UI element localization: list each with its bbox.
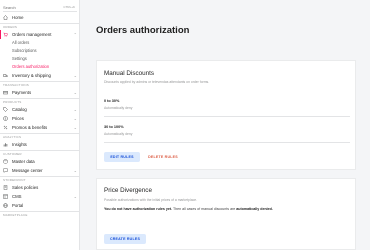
divider xyxy=(0,211,79,212)
percent-icon xyxy=(3,125,8,130)
chevron-down-icon: ⌄ xyxy=(73,194,77,199)
chevron-down-icon: ⌄ xyxy=(73,107,77,112)
sidebar-item-insights[interactable]: Insights xyxy=(0,140,79,149)
sidebar-item-prices[interactable]: $ Prices ⌄ xyxy=(0,114,79,123)
sidebar-subitem-subscriptions[interactable]: Subscriptions xyxy=(0,47,79,55)
policy-icon xyxy=(3,185,8,190)
sidebar-item-label: Payments xyxy=(12,90,32,95)
chevron-down-icon: ⌄ xyxy=(73,90,77,95)
sidebar-subitem-all-orders[interactable]: All orders xyxy=(0,39,79,47)
divider xyxy=(0,133,79,134)
no-rules-notice: You do not have authorization rules yet.… xyxy=(104,207,273,211)
sidebar-item-orders-management[interactable]: Orders management ⌃ xyxy=(0,30,79,39)
message-icon xyxy=(3,168,8,173)
globe-icon xyxy=(3,203,8,208)
sidebar-item-label: Catalog xyxy=(12,107,27,112)
rule-range: 30 to 100% xyxy=(104,125,124,129)
sidebar-item-label: Orders management xyxy=(12,32,52,37)
sidebar-item-label: Prices xyxy=(12,116,24,121)
sidebar-item-label: Message center xyxy=(12,168,43,173)
divider xyxy=(0,150,79,151)
chart-icon xyxy=(3,142,8,147)
dollar-icon: $ xyxy=(3,116,8,121)
chevron-down-icon: ⌄ xyxy=(73,125,77,130)
notice-text: Then all cases of manual discounts are xyxy=(172,207,237,211)
chevron-down-icon: ⌄ xyxy=(73,73,77,78)
divider xyxy=(104,142,350,143)
page-title: Orders authorization xyxy=(96,25,190,36)
database-icon xyxy=(3,159,8,164)
sidebar: CTRL+K Home ORDERS Orders management ⌃ A… xyxy=(0,0,80,250)
rule-action: Automatically deny xyxy=(104,132,133,136)
edit-rules-button[interactable]: EDIT RULES xyxy=(104,152,140,162)
sidebar-item-label: Master data xyxy=(12,159,35,164)
divider xyxy=(104,116,350,117)
tag-icon xyxy=(3,107,8,112)
rule-range: 0 to 30% xyxy=(104,99,120,103)
sidebar-item-message-center[interactable]: Message center ⌄ xyxy=(0,166,79,175)
divider xyxy=(0,81,79,82)
sidebar-subitem-orders-authorization[interactable]: Orders authorization xyxy=(0,63,79,71)
divider xyxy=(0,98,79,99)
chevron-down-icon: ⌄ xyxy=(73,116,77,121)
sidebar-item-label: Home xyxy=(12,15,24,20)
sidebar-item-label: Portal xyxy=(12,203,24,208)
sidebar-item-catalog[interactable]: Catalog ⌄ xyxy=(0,105,79,114)
section-label-marketplace: MARKETPLACE xyxy=(3,213,28,217)
sidebar-item-payments[interactable]: Payments ⌄ xyxy=(0,88,79,97)
sidebar-item-label: Promos & benefits xyxy=(12,125,48,130)
card-title: Price Divergence xyxy=(104,187,152,194)
search-shortcut-hint: CTRL+K xyxy=(63,5,75,9)
sidebar-item-sales-policies[interactable]: Sales policies xyxy=(0,183,79,192)
chevron-up-icon: ⌃ xyxy=(73,32,77,37)
sidebar-item-master-data[interactable]: Master data xyxy=(0,157,79,166)
price-divergence-card: Price Divergence Possible authorizations… xyxy=(96,178,356,250)
sidebar-item-label: CMS xyxy=(12,194,22,199)
sidebar-item-cms[interactable]: CMS ⌄ xyxy=(0,192,79,201)
main-content: Orders authorization Manual Discounts Di… xyxy=(81,0,370,250)
sidebar-item-inventory[interactable]: Inventory & shipping ⌄ xyxy=(0,71,79,80)
divider xyxy=(0,176,79,177)
search-bar[interactable]: CTRL+K xyxy=(3,3,77,12)
sidebar-item-label: Inventory & shipping xyxy=(12,73,51,78)
home-icon xyxy=(3,15,8,20)
sidebar-item-portal[interactable]: Portal xyxy=(0,201,79,210)
card-title: Manual Discounts xyxy=(104,70,155,77)
create-rules-button[interactable]: CREATE RULES xyxy=(104,234,146,244)
chevron-down-icon: ⌄ xyxy=(73,168,77,173)
card-description: Possible authorizations with the initial… xyxy=(104,198,198,202)
layout-icon xyxy=(3,194,8,199)
notice-emphasis: automatically denied. xyxy=(236,207,273,211)
delete-rules-button[interactable]: DELETE RULES xyxy=(144,152,182,162)
notice-emphasis: You do not have authorization rules yet. xyxy=(104,207,173,211)
rule-action: Automatically deny xyxy=(104,106,133,110)
manual-discounts-card: Manual Discounts Discounts applied by ad… xyxy=(96,60,356,170)
search-input[interactable] xyxy=(3,3,55,11)
card-description: Discounts applied by admins or televenda… xyxy=(104,80,210,84)
sidebar-item-label: Sales policies xyxy=(12,185,39,190)
sidebar-item-label: Insights xyxy=(12,142,27,147)
sidebar-item-home[interactable]: Home xyxy=(0,13,79,22)
card-icon xyxy=(3,90,8,95)
cart-icon xyxy=(3,32,8,37)
truck-icon xyxy=(3,73,8,78)
sidebar-subitem-settings[interactable]: Settings xyxy=(0,55,79,63)
sidebar-item-promos[interactable]: Promos & benefits ⌄ xyxy=(0,123,79,132)
divider xyxy=(0,23,79,24)
